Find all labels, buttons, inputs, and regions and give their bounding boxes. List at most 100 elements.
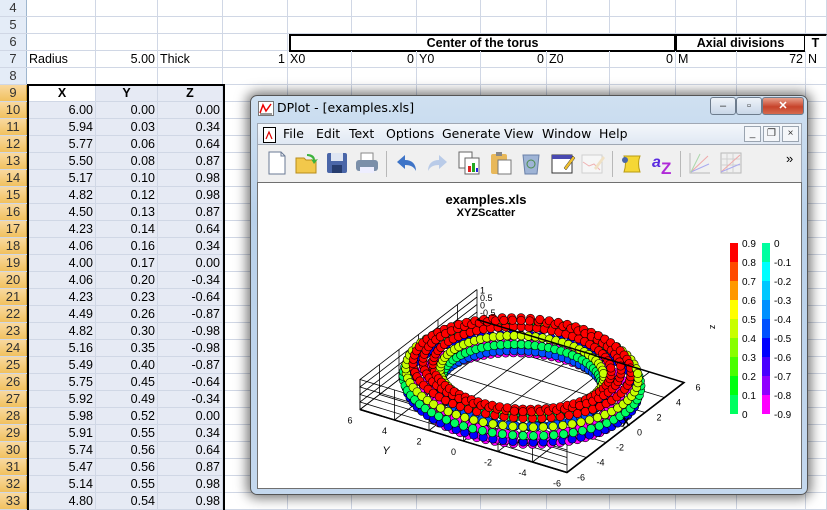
legend-label: 0.1 [742, 391, 756, 402]
legend-swatch [762, 300, 770, 319]
row-header[interactable]: 32 [0, 476, 27, 492]
data-point [525, 316, 535, 326]
menu-text[interactable]: Text [349, 126, 374, 141]
mdi-restore-button[interactable]: ❐ [763, 126, 780, 142]
close-button[interactable]: ✕ [762, 97, 804, 115]
group-header-center[interactable]: Center of the torus [289, 34, 676, 52]
y0-value[interactable]: 0 [481, 51, 547, 67]
row-header[interactable]: 11 [0, 119, 27, 135]
toolbar-separator [680, 151, 681, 177]
group-header-partial[interactable]: T [805, 34, 827, 52]
data-point [580, 407, 590, 417]
paste-icon[interactable] [488, 150, 514, 176]
y-axis-label: Y [382, 445, 390, 457]
n-label[interactable]: N [806, 51, 827, 67]
row-header[interactable]: 20 [0, 272, 27, 288]
menu-file[interactable]: File [283, 126, 304, 141]
open-folder-icon[interactable] [294, 150, 320, 176]
x0-label[interactable]: X0 [288, 51, 352, 67]
row-header[interactable]: 30 [0, 442, 27, 458]
row-header[interactable]: 5 [0, 17, 27, 33]
mdi-minimize-button[interactable]: _ [744, 126, 761, 142]
x0-value[interactable]: 0 [352, 51, 417, 67]
row-header[interactable]: 31 [0, 459, 27, 475]
row-header[interactable]: 25 [0, 357, 27, 373]
z0-label[interactable]: Z0 [547, 51, 610, 67]
menu-bar: File Edit Text Options Generate View Win… [257, 123, 802, 145]
row-header[interactable]: 14 [0, 170, 27, 186]
row-header[interactable]: 6 [0, 34, 27, 50]
row-header[interactable]: 16 [0, 204, 27, 220]
group-header-axial[interactable]: Axial divisions [675, 34, 806, 52]
toolbar-overflow-button[interactable]: » [786, 151, 793, 166]
close-icon: ✕ [778, 100, 788, 112]
text-font-icon[interactable]: aZ [650, 150, 676, 178]
row-header[interactable]: 27 [0, 391, 27, 407]
row-header[interactable]: 22 [0, 306, 27, 322]
grid-scale-disabled-icon[interactable] [718, 150, 744, 176]
y0-label[interactable]: Y0 [417, 51, 481, 67]
row-header[interactable]: 28 [0, 408, 27, 424]
document-icon[interactable] [263, 127, 276, 143]
m-label[interactable]: M [676, 51, 737, 67]
radius-value[interactable]: 5.00 [96, 51, 158, 67]
row-header[interactable]: 17 [0, 221, 27, 237]
row-header[interactable]: 26 [0, 374, 27, 390]
row-header[interactable]: 13 [0, 153, 27, 169]
data-point [538, 422, 548, 432]
print-icon[interactable] [354, 150, 380, 176]
data-point [508, 315, 518, 325]
data-point [459, 421, 469, 431]
legend-label: 0.6 [742, 296, 756, 307]
redo-icon[interactable] [424, 150, 450, 176]
sheet-row: 5 [0, 17, 827, 34]
data-point [606, 363, 616, 373]
row-header[interactable]: 4 [0, 0, 27, 16]
edit-data-disabled-icon[interactable] [580, 150, 606, 176]
data-point [518, 422, 528, 432]
m-value[interactable]: 72 [737, 51, 806, 67]
row-header[interactable]: 18 [0, 238, 27, 254]
row-header[interactable]: 33 [0, 493, 27, 509]
row-header[interactable]: 15 [0, 187, 27, 203]
menu-generate[interactable]: Generate [442, 126, 500, 141]
thick-value[interactable]: 1 [223, 51, 288, 67]
legend-swatch [730, 319, 738, 338]
menu-options[interactable]: Options [386, 126, 434, 141]
row-header[interactable]: 10 [0, 102, 27, 118]
mdi-close-button[interactable]: × [782, 126, 799, 142]
radius-label[interactable]: Radius [27, 51, 96, 67]
z0-value[interactable]: 0 [610, 51, 676, 67]
legend-label: -0.5 [774, 334, 792, 345]
save-disk-icon[interactable] [324, 150, 350, 176]
undo-icon[interactable] [394, 150, 420, 176]
data-point [549, 430, 559, 440]
menu-window[interactable]: Window [542, 126, 591, 141]
data-point [499, 315, 509, 325]
maximize-button[interactable]: ▫ [736, 97, 762, 115]
row-header[interactable]: 21 [0, 289, 27, 305]
svg-text:Z: Z [661, 159, 671, 176]
row-header[interactable]: 24 [0, 340, 27, 356]
new-document-icon[interactable] [264, 150, 290, 176]
linear-scale-disabled-icon[interactable] [686, 150, 712, 176]
minimize-button[interactable]: ‒ [710, 97, 736, 115]
row-header[interactable]: 8 [0, 68, 27, 84]
copy-plot-icon[interactable] [456, 150, 482, 176]
row-header[interactable]: 12 [0, 136, 27, 152]
edit-data-icon[interactable] [550, 150, 576, 176]
menu-edit[interactable]: Edit [316, 126, 340, 141]
xyz-scatter-plot[interactable]: 6420-2-4-6-6-4-2024610.50-0.5YXz0.90.80.… [258, 183, 801, 488]
recycle-bin-icon[interactable] [518, 150, 544, 176]
data-point [633, 369, 643, 379]
row-header[interactable]: 29 [0, 425, 27, 441]
menu-help[interactable]: Help [599, 126, 628, 141]
thick-label[interactable]: Thick [158, 51, 223, 67]
row-header[interactable]: 7 [0, 51, 27, 67]
menu-view[interactable]: View [504, 126, 534, 141]
row-header[interactable]: 9 [0, 85, 27, 101]
insert-text-icon[interactable] [618, 150, 644, 176]
data-point [558, 420, 568, 430]
row-header[interactable]: 19 [0, 255, 27, 271]
row-header[interactable]: 23 [0, 323, 27, 339]
